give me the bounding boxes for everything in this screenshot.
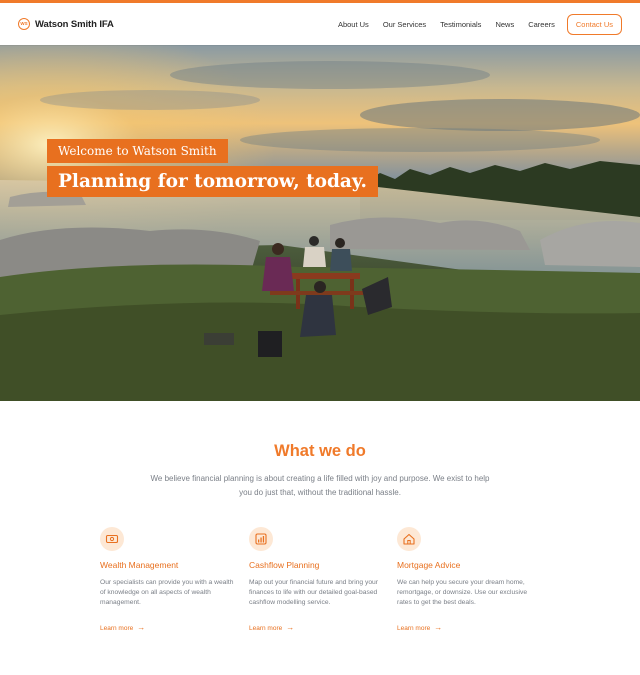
learn-more-link[interactable]: Learn more → xyxy=(397,623,442,632)
hero-headline: Planning for tomorrow, today. xyxy=(47,166,378,197)
card-title: Wealth Management xyxy=(100,560,179,570)
learn-more-link[interactable]: Learn more → xyxy=(100,623,145,632)
service-card-wealth-management: Wealth Management Our specialists can pr… xyxy=(100,527,240,632)
learn-more-label: Learn more xyxy=(397,625,431,632)
hero-section: Welcome to Watson Smith Planning for tom… xyxy=(0,45,640,401)
logo[interactable]: WS Watson Smith IFA xyxy=(18,18,114,30)
section-title: What we do xyxy=(274,442,366,460)
home-icon xyxy=(397,527,421,551)
nav-testimonials[interactable]: Testimonials xyxy=(440,20,481,29)
arrow-right-icon: → xyxy=(434,623,443,632)
money-icon xyxy=(100,527,124,551)
bar-chart-icon xyxy=(249,527,273,551)
learn-more-link[interactable]: Learn more → xyxy=(249,623,294,632)
main-nav: About Us Our Services Testimonials News … xyxy=(324,13,622,35)
site-header: WS Watson Smith IFA About Us Our Service… xyxy=(0,3,640,45)
card-description: Our specialists can provide you with a w… xyxy=(100,579,234,607)
learn-more-label: Learn more xyxy=(100,625,134,632)
hero-photo xyxy=(0,45,640,401)
nav-news[interactable]: News xyxy=(495,20,514,29)
card-description: We can help you secure your dream home, … xyxy=(397,579,528,607)
nav-our-services[interactable]: Our Services xyxy=(383,20,426,29)
what-we-do-section: What we do We believe financial planning… xyxy=(0,401,640,675)
card-description: Map out your financial future and bring … xyxy=(249,579,378,607)
logo-text: Watson Smith IFA xyxy=(35,18,114,30)
logo-mark-icon: WS xyxy=(18,18,30,30)
arrow-right-icon: → xyxy=(286,623,295,632)
service-card-mortgage-advice: Mortgage Advice We can help you secure y… xyxy=(397,527,537,632)
section-description: We believe financial planning is about c… xyxy=(150,474,490,497)
service-card-cashflow-planning: Cashflow Planning Map out your financial… xyxy=(249,527,389,632)
nav-careers[interactable]: Careers xyxy=(528,20,555,29)
arrow-right-icon: → xyxy=(137,623,146,632)
card-title: Cashflow Planning xyxy=(249,560,320,570)
card-title: Mortgage Advice xyxy=(397,560,461,570)
learn-more-label: Learn more xyxy=(249,625,283,632)
contact-us-button[interactable]: Contact Us xyxy=(566,13,622,35)
hero-tagline: Welcome to Watson Smith xyxy=(47,139,228,163)
nav-about-us[interactable]: About Us xyxy=(338,20,369,29)
